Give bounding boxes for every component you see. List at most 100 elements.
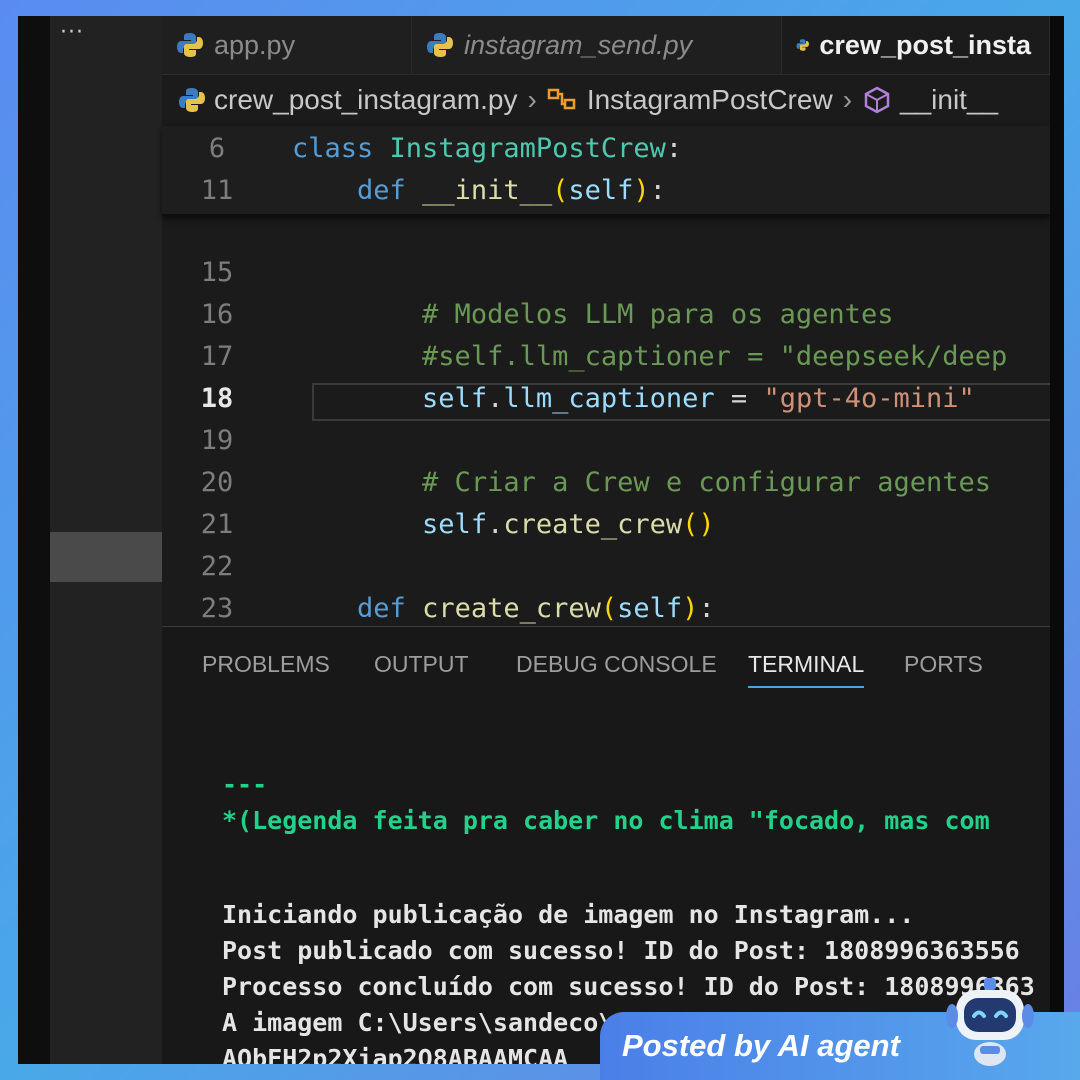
code-token: ): [633, 175, 650, 206]
python-icon: [796, 39, 809, 51]
code-text: # Modelos LLM para os agentes: [292, 294, 893, 336]
code-token: =: [714, 383, 764, 414]
terminal-line: *(Legenda feita pra caber no clima "foca…: [222, 806, 990, 835]
code-text: self.create_crew(): [292, 504, 715, 546]
code-line[interactable]: 22: [162, 546, 1050, 588]
tab-crew-post-instagram[interactable]: crew_post_insta: [782, 16, 1050, 74]
code-line[interactable]: 16 # Modelos LLM para os agentes: [162, 294, 1050, 336]
code-token: llm_captioner: [503, 383, 715, 414]
line-number: 18: [200, 383, 234, 414]
tab-terminal[interactable]: TERMINAL: [748, 651, 865, 688]
right-bezel: [1050, 16, 1064, 1064]
breadcrumb-class[interactable]: InstagramPostCrew: [587, 84, 833, 116]
tab-ports[interactable]: PORTS: [904, 651, 983, 678]
breadcrumb-file[interactable]: crew_post_instagram.py: [214, 84, 517, 116]
tab-debug-console[interactable]: DEBUG CONSOLE: [516, 651, 717, 678]
terminal-line: Iniciando publicação de imagem no Instag…: [222, 900, 915, 929]
code-line[interactable]: 21 self.create_crew(): [162, 504, 1050, 546]
code-token: :: [665, 133, 683, 164]
bottom-panel: PROBLEMS OUTPUT DEBUG CONSOLE TERMINAL P…: [162, 626, 1050, 1064]
code-text: # Criar a Crew e configurar agentes: [292, 462, 991, 504]
code-token: .: [487, 509, 504, 540]
code-token: class: [292, 133, 390, 164]
code-token: :: [649, 175, 666, 206]
terminal-line: ---: [222, 770, 268, 799]
code-editor[interactable]: 6 class InstagramPostCrew: 11 def __init__…: [162, 126, 1064, 626]
line-number: 6: [208, 133, 226, 164]
line-number: 21: [200, 509, 234, 540]
class-symbol-icon: [547, 88, 576, 110]
tab-problems[interactable]: PROBLEMS: [202, 651, 330, 678]
code-token: self: [422, 509, 488, 540]
code-token: create_crew: [503, 509, 683, 540]
vscode-window: ··· app.py instagram_send.py crew_post_i…: [50, 16, 1064, 1064]
terminal-line: AQbFH2p2Xiap2O8ABAAMCAA: [222, 1044, 569, 1064]
more-actions-icon[interactable]: ···: [60, 20, 84, 45]
method-symbol-icon: [864, 86, 890, 114]
breadcrumb-method[interactable]: __init__: [900, 84, 998, 116]
code-line[interactable]: 20 # Criar a Crew e configurar agentes: [162, 462, 1050, 504]
left-bezel: [18, 16, 50, 1064]
panel-tabs: PROBLEMS OUTPUT DEBUG CONSOLE TERMINAL P…: [162, 627, 1050, 697]
code-token: __init__: [422, 175, 553, 206]
tab-instagram-send-py[interactable]: instagram_send.py: [412, 16, 782, 74]
line-number: 16: [200, 299, 234, 330]
screen-photo: ··· app.py instagram_send.py crew_post_i…: [18, 16, 1064, 1064]
code-token: def: [357, 175, 423, 206]
code-line[interactable]: 18 self.llm_captioner = "gpt-4o-mini": [162, 378, 1050, 420]
code-line[interactable]: 19: [162, 420, 1050, 462]
line-number: 19: [200, 425, 234, 456]
code-text: #self.llm_captioner = "deepseek/deep: [292, 336, 1007, 378]
sidebar: ···: [50, 16, 162, 1064]
robot-icon: [946, 978, 1034, 1066]
code-token: "gpt-4o-mini": [763, 383, 975, 414]
code-token: ): [682, 593, 699, 624]
code-line[interactable]: 6 class InstagramPostCrew:: [162, 128, 1050, 170]
code-token: (: [600, 593, 618, 624]
line-number: 17: [200, 341, 234, 372]
chevron-right-icon: ›: [527, 84, 537, 115]
code-token: self: [617, 593, 683, 624]
tab-label: crew_post_insta: [819, 29, 1031, 60]
tab-app-py[interactable]: app.py: [162, 16, 412, 74]
editor-tabs: app.py instagram_send.py crew_post_insta: [162, 16, 1050, 75]
code-text: class InstagramPostCrew:: [292, 128, 682, 170]
tab-label: instagram_send.py: [464, 29, 693, 60]
code-text: def create_crew(self):: [292, 588, 715, 630]
code-token: create_crew: [422, 593, 601, 624]
code-token: :: [698, 593, 715, 624]
code-line[interactable]: 23 def create_crew(self):: [162, 588, 1050, 630]
line-number: 23: [200, 593, 234, 624]
terminal-line: Post publicado com sucesso! ID do Post: …: [222, 936, 1020, 965]
line-number: 22: [200, 551, 234, 582]
breadcrumb: crew_post_instagram.py › InstagramPostCr…: [162, 74, 1050, 126]
tab-label: app.py: [214, 29, 296, 60]
line-number: 20: [200, 467, 234, 498]
code-line[interactable]: 17 #self.llm_captioner = "deepseek/deep: [162, 336, 1050, 378]
python-icon: [427, 33, 453, 57]
code-token: def: [357, 593, 423, 624]
line-number: 11: [200, 175, 234, 206]
code-token: # Modelos LLM para os agentes: [422, 299, 894, 330]
sidebar-selected-item[interactable]: [50, 532, 162, 582]
code-token: InstagramPostCrew: [389, 133, 666, 164]
code-token: (: [552, 175, 569, 206]
code-text: self.llm_captioner = "gpt-4o-mini": [292, 378, 975, 420]
code-token: #self.llm_captioner = "deepseek/deep: [422, 341, 1008, 372]
badge-text: Posted by AI agent: [622, 1028, 900, 1063]
code-line[interactable]: 15: [162, 252, 1050, 294]
code-line[interactable]: 11 def __init__(self):: [162, 170, 1050, 212]
line-number: 15: [200, 257, 234, 288]
terminal-line: Processo concluído com sucesso! ID do Po…: [222, 972, 1035, 1001]
code-token: # Criar a Crew e configurar agentes: [422, 467, 991, 498]
tab-output[interactable]: OUTPUT: [374, 651, 469, 678]
code-token: .: [487, 383, 504, 414]
code-token: (): [682, 509, 715, 540]
